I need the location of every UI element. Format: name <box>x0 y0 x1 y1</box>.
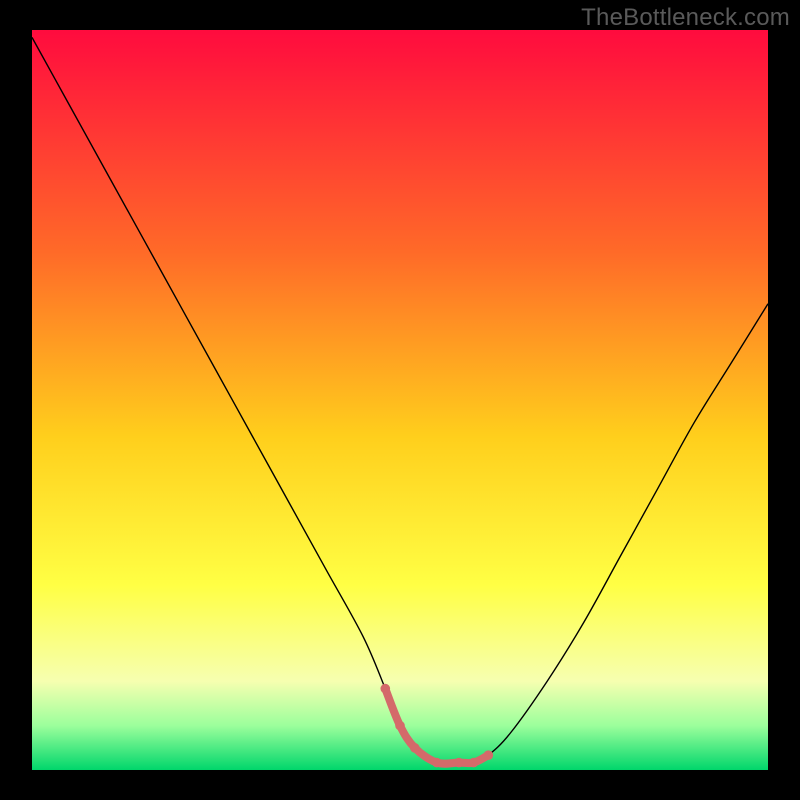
plot-area <box>32 30 768 770</box>
watermark-text: TheBottleneck.com <box>581 4 790 32</box>
chart-frame: TheBottleneck.com <box>0 0 800 800</box>
bottleneck-curve <box>32 30 768 770</box>
